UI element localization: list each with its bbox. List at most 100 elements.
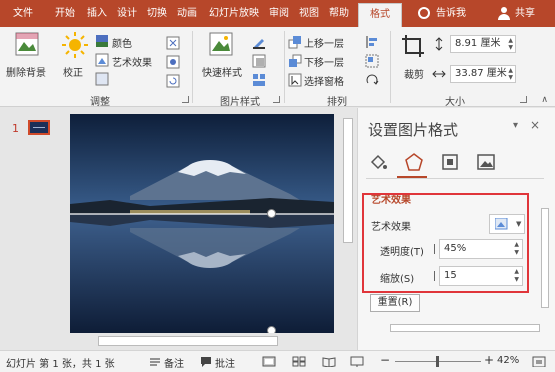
ribbon: 删除背景 校正 颜色 艺术效果 调整 快速样式 图片样式 上移一层 下移一层 选… [0, 27, 555, 108]
crop-icon [402, 35, 424, 57]
spin-down-icon[interactable]: ▼ [508, 74, 513, 81]
notes-button[interactable]: 备注 [164, 355, 184, 370]
artistic-effects-icon [95, 53, 109, 67]
pane-vertical-scrollbar[interactable] [540, 180, 550, 330]
group-divider [192, 31, 193, 103]
height-field[interactable]: 8.91 厘米 ▲ ▼ [450, 35, 516, 53]
share-person-icon [498, 7, 510, 20]
rotate-icon [366, 74, 379, 85]
normal-view-icon[interactable] [262, 356, 276, 367]
fill-line-icon[interactable] [368, 152, 388, 172]
quick-styles-button[interactable]: 快速样式 [202, 64, 242, 79]
color-icon [96, 35, 108, 47]
picture-icon[interactable] [476, 152, 496, 172]
ribbon-tab-bar: 文件 开始 插入 设计 切换 动画 幻灯片放映 审阅 视图 帮助 格式 告诉我 … [0, 0, 555, 27]
rotation-handle[interactable] [267, 209, 276, 218]
spin-up-icon[interactable]: ▲ [508, 67, 513, 74]
scroll-thumb[interactable] [390, 324, 540, 332]
collapse-ribbon-icon[interactable]: ∧ [541, 95, 548, 105]
group-label-arrange: 排列 [327, 97, 347, 108]
picture-layout-icon [253, 74, 265, 86]
tab-home[interactable]: 开始 [52, 0, 78, 27]
spin-up-icon[interactable]: ▲ [508, 37, 513, 44]
status-bar: 幻灯片 第 1 张，共 1 张 备注 批注 − + 42% [0, 350, 555, 372]
selection-pane-icon [288, 73, 302, 87]
send-backward-button[interactable]: 下移一层 [304, 54, 344, 69]
slide-sorter-icon[interactable] [292, 356, 306, 367]
slideshow-icon[interactable] [350, 356, 364, 367]
effects-pentagon-icon[interactable] [404, 152, 424, 172]
group-divider [390, 31, 391, 103]
scroll-thumb[interactable] [343, 118, 353, 243]
adjust-launcher-icon[interactable] [182, 96, 189, 103]
bring-forward-icon [288, 36, 301, 49]
remove-background-icon [15, 32, 39, 56]
tab-animations[interactable]: 动画 [174, 0, 200, 27]
tab-view[interactable]: 视图 [296, 0, 322, 27]
tab-slideshow[interactable]: 幻灯片放映 [204, 0, 264, 27]
notes-icon [150, 358, 160, 366]
transparency-icon [95, 72, 109, 86]
picture-styles-launcher-icon[interactable] [273, 96, 280, 103]
color-button[interactable]: 颜色 [112, 35, 132, 50]
mountain-lake-picture[interactable] [70, 114, 334, 338]
slide-thumbnails-pane: 1 [0, 108, 60, 350]
tell-me-box[interactable]: 告诉我 [436, 0, 466, 27]
share-button[interactable]: 共享 [515, 0, 535, 27]
zoom-slider-knob[interactable] [436, 356, 439, 367]
zoom-out-button[interactable]: − [380, 353, 390, 367]
highlight-box [362, 193, 529, 293]
slide-thumbnail[interactable] [28, 120, 50, 135]
size-properties-icon[interactable] [440, 152, 460, 172]
canvas-horizontal-scrollbar[interactable] [60, 333, 340, 349]
zoom-in-button[interactable]: + [484, 353, 494, 367]
sun-correct-icon [62, 32, 88, 58]
pane-options-icon[interactable]: ▾ [513, 120, 518, 131]
spin-down-icon[interactable]: ▼ [508, 44, 513, 51]
scroll-thumb[interactable] [541, 208, 549, 308]
pane-horizontal-scrollbar[interactable] [360, 322, 540, 334]
picture-border-icon [253, 39, 265, 49]
correct-button[interactable]: 校正 [63, 64, 83, 79]
scroll-thumb[interactable] [98, 336, 278, 346]
canvas-vertical-scrollbar[interactable] [340, 108, 356, 350]
tab-transitions[interactable]: 切换 [144, 0, 170, 27]
width-icon [432, 70, 446, 78]
remove-background-button[interactable]: 删除背景 [6, 64, 46, 79]
slide-number: 1 [12, 122, 19, 135]
slide-canvas [60, 108, 356, 350]
tab-design[interactable]: 设计 [114, 0, 140, 27]
tab-help[interactable]: 帮助 [326, 0, 352, 27]
pane-title: 设置图片格式 [368, 121, 459, 139]
height-icon [435, 37, 443, 51]
tab-insert[interactable]: 插入 [84, 0, 110, 27]
tab-file[interactable]: 文件 [8, 0, 38, 27]
align-icon [366, 36, 377, 48]
width-value: 33.87 厘米 [455, 68, 507, 79]
change-picture-icon [166, 55, 180, 69]
group-label-adjust: 调整 [90, 97, 110, 108]
compress-pictures-icon [166, 36, 180, 50]
reading-view-icon[interactable] [322, 356, 336, 367]
crop-button[interactable]: 裁剪 [404, 66, 424, 81]
quick-styles-icon [209, 32, 233, 56]
slide-info: 幻灯片 第 1 张，共 1 张 [6, 359, 115, 370]
group-objects-icon [365, 54, 379, 68]
width-field[interactable]: 33.87 厘米 ▲ ▼ [450, 65, 516, 83]
group-label-size: 大小 [445, 97, 465, 108]
comments-icon [201, 357, 211, 367]
artistic-effects-button[interactable]: 艺术效果 [112, 54, 152, 69]
reset-button[interactable]: 重置(R) [370, 294, 420, 312]
tab-format[interactable]: 格式 [358, 3, 402, 27]
fit-to-window-icon[interactable] [532, 356, 546, 367]
close-icon[interactable]: × [530, 118, 540, 132]
picture-effects-icon [252, 54, 266, 68]
comments-button[interactable]: 批注 [215, 355, 235, 370]
zoom-level[interactable]: 42% [497, 355, 519, 366]
selection-pane-button[interactable]: 选择窗格 [304, 73, 344, 88]
tab-review[interactable]: 审阅 [266, 0, 292, 27]
size-launcher-icon[interactable] [520, 96, 527, 103]
divider [366, 178, 544, 179]
bring-forward-button[interactable]: 上移一层 [304, 35, 344, 50]
send-backward-icon [289, 54, 302, 67]
